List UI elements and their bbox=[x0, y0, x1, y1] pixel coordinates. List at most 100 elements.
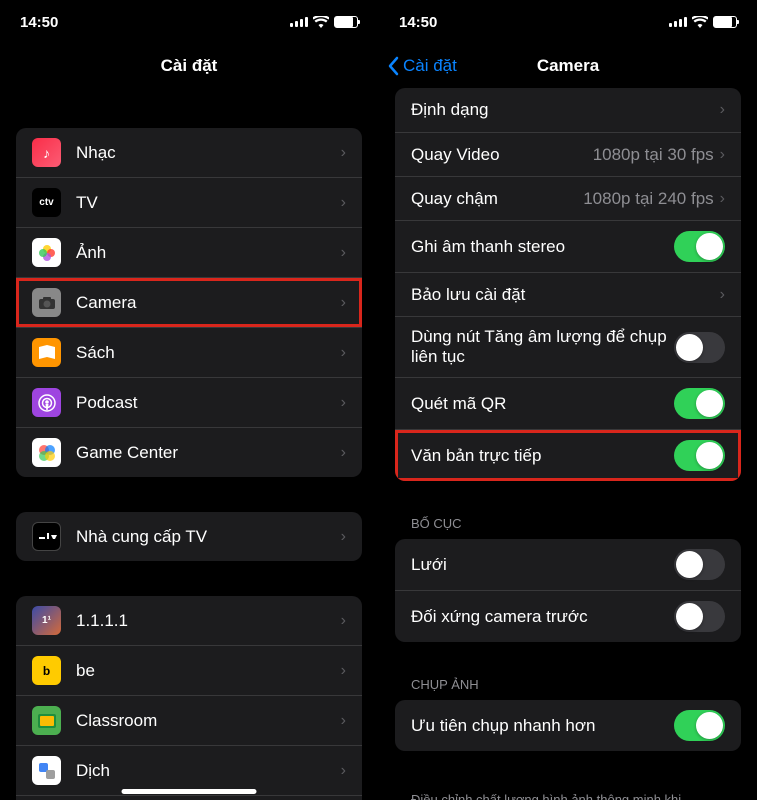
settings-row[interactable]: Lưới bbox=[395, 539, 741, 590]
settings-row[interactable]: Quét mã QR bbox=[395, 377, 741, 429]
phone-right: 14:50 Cài đặt Camera Định dạng›Quay Vide… bbox=[378, 0, 757, 800]
settings-row-drive[interactable]: Drive› bbox=[16, 795, 362, 800]
row-label: Quay chậm bbox=[411, 189, 583, 209]
home-indicator[interactable] bbox=[122, 789, 257, 794]
section-header: CHỤP ẢNH bbox=[395, 677, 741, 700]
chevron-right-icon: › bbox=[341, 294, 346, 312]
row-label: Dùng nút Tăng âm lượng để chụp liên tục bbox=[411, 327, 674, 367]
nav-header: Cài đặt bbox=[0, 44, 378, 88]
chevron-left-icon bbox=[387, 56, 399, 76]
settings-row[interactable]: Ưu tiên chụp nhanh hơn bbox=[395, 700, 741, 751]
chevron-right-icon: › bbox=[341, 528, 346, 546]
section-header: BỐ CỤC bbox=[395, 516, 741, 539]
settings-row[interactable]: Định dạng› bbox=[395, 88, 741, 132]
photos-icon bbox=[32, 238, 61, 267]
row-label: Podcast bbox=[76, 393, 341, 413]
settings-row-1111[interactable]: 1¹1.1.1.1› bbox=[16, 596, 362, 645]
settings-row-translate[interactable]: Dịch› bbox=[16, 745, 362, 795]
camera-settings-content[interactable]: Định dạng›Quay Video1080p tại 30 fps›Qua… bbox=[379, 88, 757, 800]
battery-icon bbox=[334, 16, 358, 28]
settings-row[interactable]: Quay Video1080p tại 30 fps› bbox=[395, 132, 741, 176]
row-label: Quay Video bbox=[411, 145, 593, 165]
settings-row[interactable]: Ghi âm thanh stereo bbox=[395, 220, 741, 272]
settings-section: ♪Nhạc›ctvTV›Ảnh›Camera›Sách›Podcast›Game… bbox=[16, 128, 362, 477]
gamecenter-icon bbox=[32, 438, 61, 467]
row-label: Ghi âm thanh stereo bbox=[411, 237, 674, 257]
settings-row[interactable]: Bảo lưu cài đặt› bbox=[395, 272, 741, 316]
chevron-right-icon: › bbox=[720, 146, 725, 164]
status-time: 14:50 bbox=[20, 14, 58, 31]
chevron-right-icon: › bbox=[341, 144, 346, 162]
settings-section: Ưu tiên chụp nhanh hơn bbox=[395, 700, 741, 751]
page-title: Camera bbox=[537, 56, 599, 76]
settings-row[interactable]: Đối xứng camera trước bbox=[395, 590, 741, 642]
chevron-right-icon: › bbox=[341, 662, 346, 680]
chevron-right-icon: › bbox=[720, 190, 725, 208]
tv-provider-icon bbox=[32, 522, 61, 551]
row-label: Sách bbox=[76, 343, 341, 363]
row-label: Lưới bbox=[411, 555, 674, 575]
settings-row-photos[interactable]: Ảnh› bbox=[16, 227, 362, 277]
wifi-icon bbox=[313, 16, 329, 28]
settings-row-books[interactable]: Sách› bbox=[16, 327, 362, 377]
books-icon bbox=[32, 338, 61, 367]
settings-row-classroom[interactable]: Classroom› bbox=[16, 695, 362, 745]
row-label: TV bbox=[76, 193, 341, 213]
toggle-switch[interactable] bbox=[674, 440, 725, 471]
settings-row[interactable]: Văn bản trực tiếp bbox=[395, 429, 741, 481]
toggle-switch[interactable] bbox=[674, 601, 725, 632]
page-title: Cài đặt bbox=[161, 56, 218, 76]
settings-section: Nhà cung cấp TV› bbox=[16, 512, 362, 561]
chevron-right-icon: › bbox=[341, 344, 346, 362]
toggle-switch[interactable] bbox=[674, 388, 725, 419]
chevron-right-icon: › bbox=[720, 101, 725, 119]
settings-row-provider[interactable]: Nhà cung cấp TV› bbox=[16, 512, 362, 561]
chevron-right-icon: › bbox=[341, 712, 346, 730]
row-label: be bbox=[76, 661, 341, 681]
settings-row-camera[interactable]: Camera› bbox=[16, 277, 362, 327]
music-icon: ♪ bbox=[32, 138, 61, 167]
settings-row-gamecenter[interactable]: Game Center› bbox=[16, 427, 362, 477]
settings-row-music[interactable]: ♪ Nhạc› bbox=[16, 128, 362, 177]
row-label: Quét mã QR bbox=[411, 394, 674, 414]
settings-row-tv[interactable]: ctv TV› bbox=[16, 177, 362, 227]
podcast-icon bbox=[32, 388, 61, 417]
tv-icon: ctv bbox=[32, 188, 61, 217]
settings-row-podcast[interactable]: Podcast› bbox=[16, 377, 362, 427]
status-icons bbox=[669, 16, 737, 28]
chevron-right-icon: › bbox=[341, 394, 346, 412]
back-button[interactable]: Cài đặt bbox=[387, 56, 457, 76]
row-label: Nhà cung cấp TV bbox=[76, 527, 341, 547]
row-detail: 1080p tại 240 fps bbox=[583, 189, 713, 209]
chevron-right-icon: › bbox=[341, 762, 346, 780]
toggle-switch[interactable] bbox=[674, 332, 725, 363]
settings-section: Lưới Đối xứng camera trước bbox=[395, 539, 741, 642]
settings-row-be[interactable]: bbe› bbox=[16, 645, 362, 695]
chevron-right-icon: › bbox=[720, 286, 725, 304]
signal-icon bbox=[669, 17, 687, 27]
toggle-switch[interactable] bbox=[674, 549, 725, 580]
settings-row[interactable]: Quay chậm1080p tại 240 fps › bbox=[395, 176, 741, 220]
chevron-right-icon: › bbox=[341, 612, 346, 630]
settings-section: Định dạng›Quay Video1080p tại 30 fps›Qua… bbox=[395, 88, 741, 481]
row-label: Nhạc bbox=[76, 143, 341, 163]
settings-content[interactable]: ♪Nhạc›ctvTV›Ảnh›Camera›Sách›Podcast›Game… bbox=[0, 88, 378, 800]
row-label: Game Center bbox=[76, 443, 341, 463]
row-label: Camera bbox=[76, 293, 341, 313]
nav-header: Cài đặt Camera bbox=[379, 44, 757, 88]
settings-row[interactable]: Dùng nút Tăng âm lượng để chụp liên tục bbox=[395, 316, 741, 377]
status-icons bbox=[290, 16, 358, 28]
wifi-icon bbox=[692, 16, 708, 28]
section-footer: Điều chỉnh chất lượng hình ảnh thông min… bbox=[395, 786, 741, 800]
toggle-switch[interactable] bbox=[674, 710, 725, 741]
be-icon: b bbox=[32, 656, 61, 685]
back-label: Cài đặt bbox=[403, 56, 457, 76]
toggle-switch[interactable] bbox=[674, 231, 725, 262]
classroom-icon bbox=[32, 706, 61, 735]
status-bar: 14:50 bbox=[0, 0, 378, 44]
row-label: Ảnh bbox=[76, 243, 341, 263]
row-label: Văn bản trực tiếp bbox=[411, 446, 674, 466]
chevron-right-icon: › bbox=[341, 194, 346, 212]
chevron-right-icon: › bbox=[341, 244, 346, 262]
phone-left: 14:50 Cài đặt ♪Nhạc›ctvTV›Ảnh›Camera›Sác… bbox=[0, 0, 378, 800]
